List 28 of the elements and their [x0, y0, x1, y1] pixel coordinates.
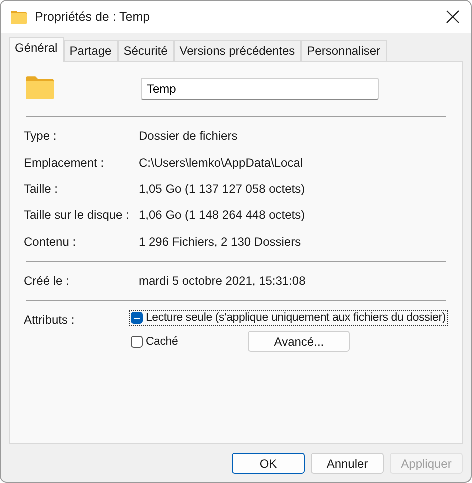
property-value: 1,06 Go (1 148 264 448 octets) [139, 208, 306, 222]
tab[interactable]: Personnaliser [301, 40, 387, 61]
window-title: Propriétés de : Temp [35, 10, 152, 24]
dialog-button[interactable]: Annuler [311, 453, 384, 474]
tab[interactable]: Sécurité [118, 40, 174, 61]
property-value: 1,05 Go (1 137 127 058 octets) [139, 182, 306, 196]
dialog-button[interactable]: OK [232, 453, 305, 474]
tab[interactable]: Général [9, 37, 64, 62]
property-label: Type : [24, 129, 58, 144]
folder-icon [26, 76, 54, 100]
checkbox[interactable] [130, 336, 143, 348]
property-value: C:\Users\lemko\AppData\Local [139, 156, 304, 170]
property-label: Taille : [24, 182, 60, 196]
property-value: Dossier de fichiers [139, 129, 238, 144]
tab[interactable]: Partage [64, 40, 118, 61]
name-field[interactable]: Temp [141, 78, 379, 100]
checkbox-label[interactable]: Caché [146, 336, 178, 348]
attributes-label: Attributs : [24, 312, 76, 330]
property-value: mardi 5 octobre 2021, 15:31:08 [139, 274, 306, 288]
property-label: Taille sur le disque : [24, 208, 130, 222]
folder-icon [11, 10, 27, 24]
checkbox[interactable] [130, 312, 143, 324]
tab[interactable]: Versions précédentes [174, 40, 302, 61]
property-label: Emplacement : [24, 156, 106, 170]
property-label: Créé le : [24, 274, 70, 288]
property-label: Contenu : [24, 234, 78, 249]
property-value: 1 296 Fichiers, 2 130 Dossiers [139, 234, 302, 249]
advanced-button[interactable]: Avancé... [248, 331, 350, 352]
